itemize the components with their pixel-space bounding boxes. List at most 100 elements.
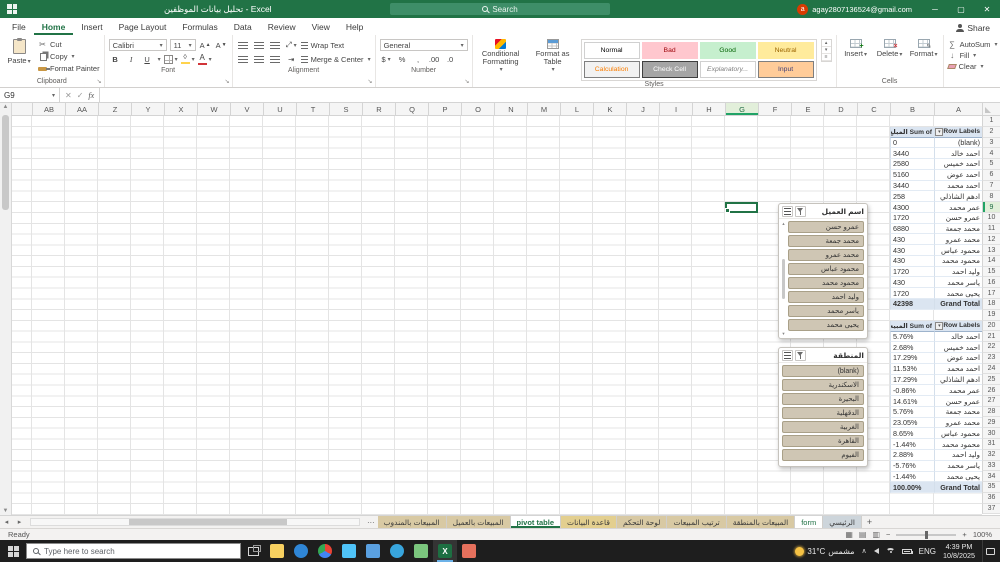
tray-expand-icon[interactable]: ∧ — [862, 547, 867, 555]
style-chip-explanatory-[interactable]: Explanatory... — [699, 61, 756, 78]
column-header-P[interactable]: P — [428, 103, 461, 116]
pivot-row-value[interactable]: 5.76% — [890, 406, 934, 418]
clear-button[interactable]: Clear ▾ — [946, 62, 998, 71]
column-header-C[interactable]: C — [857, 103, 890, 116]
pivot-row-label[interactable]: عمرو حسن — [934, 212, 982, 224]
paste-button[interactable]: Paste▾ — [4, 37, 34, 65]
style-chip-good[interactable]: Good — [699, 42, 756, 59]
pivot-row-label[interactable]: محمد جمعة — [934, 223, 982, 235]
sheet-tab-1[interactable]: المبيعات بالعميل — [446, 516, 511, 528]
ribbon-tab-view[interactable]: View — [304, 20, 338, 35]
slicer-item[interactable]: (blank) — [782, 365, 864, 377]
column-header-G[interactable]: G — [725, 103, 758, 116]
sheet-tab-2[interactable]: pivot table — [510, 516, 562, 528]
slicer-item[interactable]: محمد عمرو — [788, 249, 864, 261]
column-header-N[interactable]: N — [494, 103, 527, 116]
row-header-3[interactable]: 3 — [982, 137, 1000, 149]
pivot-row-value[interactable]: 17.29% — [890, 353, 934, 364]
format-painter-button[interactable]: Format Painter — [38, 64, 100, 73]
font-family-select[interactable]: Calibri ▾ — [108, 39, 167, 51]
column-header-D[interactable]: D — [824, 103, 857, 116]
pivot-row-label[interactable]: احمد خالد — [934, 148, 982, 160]
alignment-dialog-launcher[interactable]: ↘ — [368, 78, 373, 85]
minimize-button[interactable]: ─ — [922, 0, 948, 18]
pivot-row-label[interactable]: احمد محمد — [934, 180, 982, 192]
clock[interactable]: 4:39 PM 10/8/2025 — [943, 542, 975, 560]
action-center-button[interactable] — [982, 540, 998, 562]
bold-button[interactable]: B — [109, 53, 122, 65]
scroll-down-icon[interactable]: ▼ — [0, 508, 11, 514]
pivot-row-value[interactable]: 430 — [890, 234, 934, 246]
slicer-item[interactable]: البحيرة — [782, 393, 864, 405]
pivot-row-value[interactable]: 2580 — [890, 159, 934, 170]
format-cells-button[interactable]: Format▾ — [909, 37, 939, 58]
column-header-X[interactable]: X — [164, 103, 197, 116]
account-avatar[interactable]: a — [797, 3, 809, 15]
delete-cells-button[interactable]: Delete▾ — [875, 37, 905, 58]
row-header-37[interactable]: 37 — [982, 503, 1000, 515]
column-header-L[interactable]: L — [560, 103, 593, 116]
pivot-row-value[interactable]: -1.44% — [890, 471, 934, 483]
pivot-row-label[interactable]: ياسر محمد — [934, 277, 982, 289]
column-header-R[interactable]: R — [362, 103, 395, 116]
column-header-K[interactable]: K — [593, 103, 626, 116]
column-header-Q[interactable]: Q — [395, 103, 428, 116]
row-header-30[interactable]: 30 — [982, 428, 1000, 439]
font-color-button[interactable]: A ▾ — [197, 53, 212, 65]
slicer-item[interactable]: محمود عباس — [788, 263, 864, 275]
orientation-button[interactable]: ⤢ ▾ — [285, 39, 298, 51]
taskbar-app-excel[interactable]: X — [433, 540, 457, 562]
pivot-row-value[interactable]: 14.61% — [890, 396, 934, 407]
column-header-H[interactable]: H — [692, 103, 725, 116]
pivot-table-sales[interactable]: Row Labels▾Sum of المبيعات▾احمد خالد5.76… — [890, 320, 982, 494]
clipboard-dialog-launcher[interactable]: ↘ — [97, 78, 102, 85]
pivot-row-label[interactable]: (blank) — [934, 137, 982, 149]
pivot-row-value[interactable]: -0.86% — [890, 385, 934, 397]
style-chip-check-cell[interactable]: Check Cell — [641, 61, 698, 78]
taskbar-app-chrome[interactable] — [313, 540, 337, 562]
column-header-Y[interactable]: Y — [131, 103, 164, 116]
ribbon-tab-help[interactable]: Help — [338, 20, 371, 35]
row-header-19[interactable]: 19 — [982, 309, 1000, 321]
row-header-10[interactable]: 10 — [982, 212, 1000, 224]
pivot-row-label[interactable]: عمر محمد — [934, 202, 982, 213]
zoom-slider[interactable] — [896, 530, 957, 539]
sheet-tab-6[interactable]: المبيعات بالمنطقة — [726, 516, 796, 528]
row-header-7[interactable]: 7 — [982, 180, 1000, 192]
row-header-5[interactable]: 5 — [982, 159, 1000, 170]
currency-format-button[interactable]: $ ▾ — [380, 53, 393, 65]
row-header-33[interactable]: 33 — [982, 460, 1000, 472]
insert-cells-button[interactable]: Insert▾ — [841, 37, 871, 58]
select-all-corner[interactable] — [982, 103, 1000, 116]
row-header-32[interactable]: 32 — [982, 449, 1000, 461]
column-header-B[interactable]: B — [890, 103, 934, 116]
indent-button[interactable]: ⇥ — [285, 53, 298, 65]
clear-filter-icon[interactable] — [795, 205, 806, 217]
row-header-28[interactable]: 28 — [982, 406, 1000, 418]
pivot-row-value[interactable]: 23.05% — [890, 417, 934, 429]
pivot-row-label[interactable]: محمود محمد — [934, 439, 982, 450]
sheet-tab-3[interactable]: قاعدة البيانات — [561, 516, 617, 528]
normal-view-icon[interactable]: ▦ — [845, 530, 853, 539]
row-header-12[interactable]: 12 — [982, 234, 1000, 246]
styles-gallery-scroll[interactable]: ▴ ▾ ≡ — [820, 39, 832, 62]
sheet-nav-left-icon[interactable]: ◂ — [0, 516, 13, 528]
column-header-A[interactable]: A — [934, 103, 982, 116]
align-right-button[interactable] — [269, 53, 282, 65]
pivot-total-value[interactable]: 100.00% — [890, 482, 934, 494]
pivot-row-value[interactable]: 8.65% — [890, 428, 934, 440]
align-left-button[interactable] — [237, 53, 250, 65]
row-header-34[interactable]: 34 — [982, 471, 1000, 483]
font-dialog-launcher[interactable]: ↘ — [225, 78, 230, 85]
pivot-row-value[interactable]: -1.44% — [890, 439, 934, 450]
taskbar-app-telegram[interactable] — [385, 540, 409, 562]
pivot-row-label[interactable]: محمد عمرو — [934, 417, 982, 429]
pivot-row-label[interactable]: احمد عوض — [934, 169, 982, 181]
ribbon-tab-file[interactable]: File — [4, 20, 34, 35]
pivot-row-value[interactable]: 430 — [890, 255, 934, 267]
language-indicator[interactable]: ENG — [919, 547, 936, 556]
pivot-table-amount[interactable]: Row Labels▾Sum of المبلغ▾(blank)0احمد خا… — [890, 126, 982, 310]
slicer-item[interactable]: يحيى محمد — [788, 319, 864, 331]
page-break-view-icon[interactable]: ▥ — [872, 530, 880, 539]
share-button[interactable]: Share — [956, 23, 990, 35]
